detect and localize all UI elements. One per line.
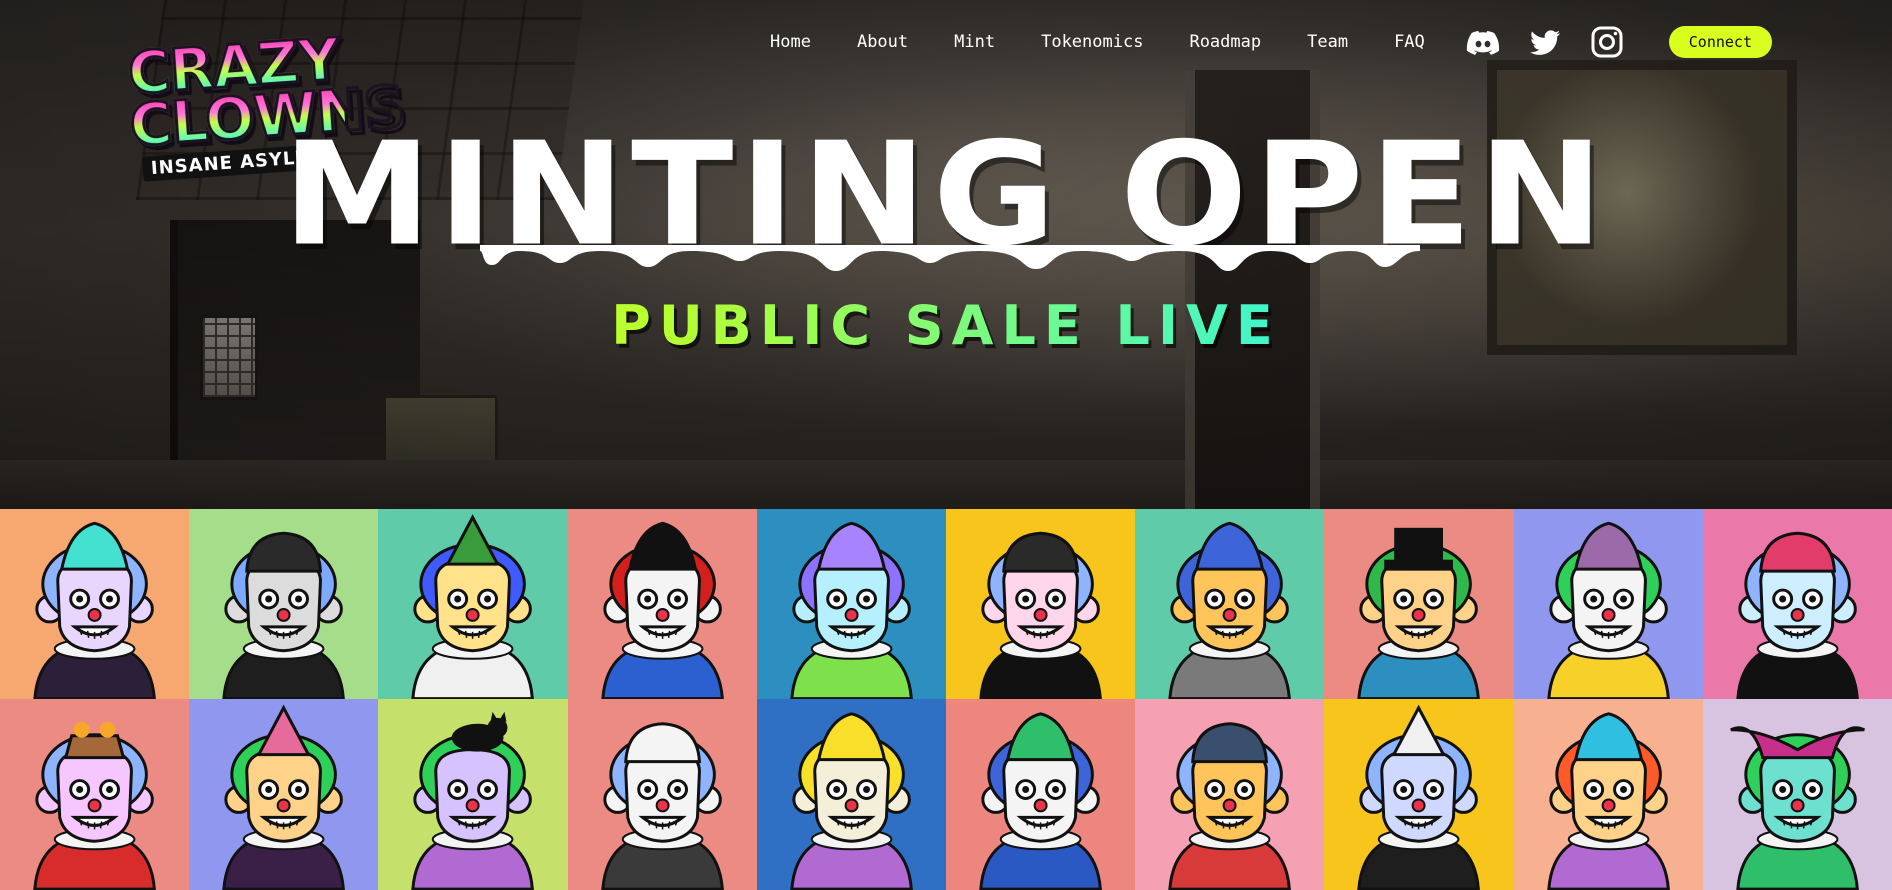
clown-nft-tile[interactable]	[1324, 509, 1514, 699]
clown-nft-tile[interactable]	[1135, 699, 1325, 890]
clown-nft-tile[interactable]	[945, 509, 1136, 699]
clown-avatar-icon	[33, 721, 156, 890]
clown-avatar-icon	[979, 712, 1102, 890]
clown-avatar-icon	[1546, 521, 1670, 699]
nav-about[interactable]: About	[857, 32, 908, 52]
clown-avatar-icon	[1168, 722, 1292, 890]
clown-nft-tile[interactable]	[0, 509, 190, 699]
clown-avatar-icon	[600, 521, 724, 699]
clown-avatar-icon	[600, 722, 724, 890]
discord-icon[interactable]	[1465, 24, 1501, 60]
hero-section: CRAZY CLOWNS INSANE ASYLUM Home About Mi…	[0, 0, 1892, 509]
clown-nft-tile[interactable]	[378, 509, 568, 699]
main-nav: Home About Mint Tokenomics Roadmap Team …	[770, 24, 1772, 60]
clown-avatar-icon	[222, 704, 346, 890]
clown-nft-tile[interactable]	[1513, 509, 1703, 699]
nav-mint[interactable]: Mint	[954, 32, 995, 52]
clown-nft-tile[interactable]	[1135, 509, 1325, 699]
nav-faq[interactable]: FAQ	[1394, 32, 1425, 52]
clown-nft-tile[interactable]	[0, 699, 190, 890]
clown-avatar-icon	[411, 514, 535, 699]
clown-nft-tile[interactable]	[189, 699, 379, 890]
clown-avatar-icon	[222, 531, 346, 699]
clown-avatar-icon	[1730, 726, 1865, 890]
title-drips	[480, 245, 1420, 271]
clown-nft-tile[interactable]	[567, 509, 757, 699]
clown-gallery	[0, 509, 1892, 890]
clown-avatar-icon	[790, 712, 913, 890]
connect-button[interactable]: Connect	[1668, 26, 1772, 58]
clown-avatar-icon	[790, 521, 913, 699]
clown-nft-tile[interactable]	[1324, 699, 1514, 890]
clown-nft-tile[interactable]	[378, 699, 568, 890]
clown-avatar-icon	[1168, 521, 1292, 699]
nav-home[interactable]: Home	[770, 32, 811, 52]
clown-avatar-icon	[1357, 527, 1481, 699]
twitter-icon[interactable]	[1527, 24, 1563, 60]
clown-nft-tile[interactable]	[189, 509, 379, 699]
clown-avatar-icon	[1357, 704, 1481, 890]
nav-roadmap[interactable]: Roadmap	[1189, 32, 1261, 52]
nav-tokenomics[interactable]: Tokenomics	[1041, 32, 1143, 52]
clown-avatar-icon	[1546, 712, 1670, 890]
clown-avatar-icon	[411, 711, 535, 890]
clown-nft-tile[interactable]	[1702, 699, 1892, 890]
clown-nft-tile[interactable]	[756, 509, 946, 699]
clown-nft-tile[interactable]	[1702, 509, 1892, 699]
clown-nft-tile[interactable]	[756, 699, 946, 890]
instagram-icon[interactable]	[1589, 24, 1625, 60]
clown-avatar-icon	[1736, 531, 1859, 699]
clown-avatar-icon	[33, 521, 156, 699]
clown-nft-tile[interactable]	[567, 699, 757, 890]
clown-avatar-icon	[979, 531, 1102, 699]
hero-subtitle: PUBLIC SALE LIVE	[0, 294, 1892, 357]
clown-nft-tile[interactable]	[945, 699, 1136, 890]
clown-nft-tile[interactable]	[1513, 699, 1703, 890]
nav-team[interactable]: Team	[1307, 32, 1348, 52]
